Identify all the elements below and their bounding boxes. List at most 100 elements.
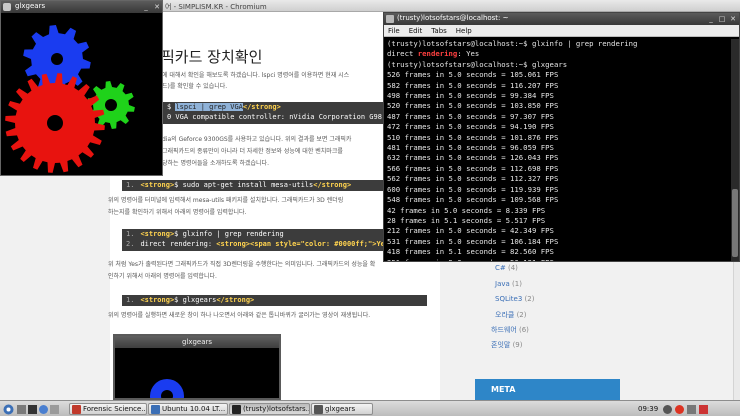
terminal-output[interactable]: (trusty)lotsofstars@localhost:~$ glxinfo… (387, 39, 731, 261)
minimize-icon[interactable]: _ (707, 15, 715, 23)
close-icon[interactable]: ✕ (153, 3, 161, 11)
paragraph: 위 처럼 Yes가 출력된다면 그래픽카드가 직접 3D렌더링을 수행한다는 의… (108, 261, 376, 268)
fps-line: 481 frames in 5.0 seconds = 96.059 FPS (387, 143, 554, 153)
gear-blue-hole (51, 53, 63, 65)
task-forensic-science[interactable]: Forensic Science... (69, 403, 147, 415)
fps-line: 520 frames in 5.0 seconds = 103.850 FPS (387, 101, 559, 111)
fps-line: 251 frames in 5.0 seconds = 50.121 FPS (387, 258, 731, 261)
minimize-icon[interactable]: _ (142, 3, 150, 11)
category-link[interactable]: SQLite3 (2) (495, 295, 534, 303)
start-menu-icon (3, 404, 14, 414)
menu-edit[interactable]: Edit (409, 27, 423, 35)
task-ubuntu-browser[interactable]: Ubuntu 10.04 LT... (148, 403, 228, 415)
maximize-icon[interactable]: □ (718, 15, 726, 23)
article-heading: 픽카드 장치확인 (161, 48, 263, 66)
fps-line: 42 frames in 5.0 seconds = 8.339 FPS (387, 205, 546, 215)
code-tag: </strong> (216, 296, 255, 304)
embedded-glxgears-screenshot: glxgears (113, 334, 281, 400)
browser-launcher-icon[interactable] (39, 404, 48, 414)
fps-line: 632 frames in 5.0 seconds = 126.043 FPS (387, 153, 559, 163)
sidebar-meta-header: META (475, 379, 620, 400)
menu-tabs[interactable]: Tabs (431, 27, 447, 35)
code-text: $ sudo apt-get install mesa-utils (174, 181, 314, 189)
menu-help[interactable]: Help (456, 27, 472, 35)
system-tray: 09:39 (638, 403, 738, 415)
volume-icon[interactable] (687, 404, 697, 414)
gear-red-hole (47, 115, 63, 131)
fps-line: 510 frames in 5.0 seconds = 101.876 FPS (387, 132, 559, 142)
terminal-scrollbar[interactable] (731, 39, 739, 261)
app-icon (3, 3, 11, 11)
code-tag: <strong><span style="color: #0000ff;">Ye (216, 240, 385, 248)
fps-line: 212 frames in 5.0 seconds = 42.349 FPS (387, 226, 554, 236)
scrollbar-thumb[interactable] (732, 189, 738, 257)
fps-output: 526 frames in 5.0 seconds = 105.061 FPS 5… (387, 70, 731, 261)
desktop-icon[interactable] (50, 404, 59, 414)
fps-line: 600 frames in 5.0 seconds = 119.939 FPS (387, 184, 559, 194)
task-terminal[interactable]: (trusty)lotsofstars... (229, 403, 310, 415)
line-number: 1. (126, 296, 135, 304)
glxgears-window[interactable]: glxgears _ ✕ (0, 0, 163, 176)
gear-green-hole (105, 99, 117, 111)
pdf-icon (72, 404, 81, 414)
fps-line: 418 frames in 5.1 seconds = 82.560 FPS (387, 247, 554, 257)
browser-title: 어 - SIMPLISM.KR - Chromium (165, 3, 267, 11)
terminal-icon (232, 404, 241, 414)
fps-line: 498 frames in 5.0 seconds = 99.384 FPS (387, 91, 554, 101)
fps-line: 531 frames in 5.0 seconds = 106.184 FPS (387, 236, 559, 246)
terminal-title: (trusty)lotsofstars@localhost: ~ (397, 14, 509, 22)
network-icon[interactable] (663, 404, 673, 414)
fps-line: 526 frames in 5.0 seconds = 105.061 FPS (387, 70, 559, 80)
terminal-icon (386, 15, 394, 23)
glxgears-titlebar[interactable]: glxgears _ ✕ (1, 1, 162, 13)
fps-line: 472 frames in 5.0 seconds = 94.190 FPS (387, 122, 554, 132)
paragraph: 위의 명령어를 터미널에 입력해서 mesa-utils 패키지를 설치합니다.… (108, 197, 344, 204)
code-text: $ glxinfo | grep rendering (174, 230, 284, 238)
terminal-command: (trusty)lotsofstars@localhost:~$ glxgear… (387, 59, 568, 69)
category-link[interactable]: C# (4) (495, 264, 518, 272)
chromium-icon (151, 404, 160, 414)
quick-launch (17, 403, 69, 415)
category-link[interactable]: Java (1) (495, 280, 522, 288)
taskbar: Forensic Science... Ubuntu 10.04 LT... (… (0, 400, 740, 416)
close-icon[interactable]: ✕ (729, 15, 737, 23)
terminal-menubar: File Edit Tabs Help (384, 25, 739, 37)
code-tag: </strong> (313, 181, 352, 189)
embedded-window-title: glxgears (115, 336, 279, 348)
code-prompt: $ (167, 103, 172, 111)
code-text: $ glxgears (174, 296, 217, 304)
glxgears-icon (314, 404, 323, 414)
terminal-launcher-icon[interactable] (28, 404, 37, 414)
code-block-glxgears: 1. <strong>$ glxgears</strong> (122, 295, 427, 306)
menu-file[interactable]: File (388, 27, 400, 35)
code-tag: <strong> (140, 230, 175, 238)
fps-line: 582 frames in 5.0 seconds = 116.207 FPS (387, 80, 559, 90)
code-tag: </strong> (242, 103, 281, 111)
category-link[interactable]: 혼잇말 (9) (491, 340, 522, 350)
fps-line: 562 frames in 5.0 seconds = 112.327 FPS (387, 174, 559, 184)
gears-canvas (5, 25, 135, 173)
code-tag: <strong> (140, 296, 175, 304)
fps-line: 548 frames in 5.0 seconds = 109.568 FPS (387, 195, 559, 205)
paragraph: 인하기 위해서 아래의 명령어를 입력합니다. (108, 273, 217, 280)
category-link[interactable]: 하드웨어 (6) (491, 325, 529, 335)
terminal-output-line: direct rendering: Yes (387, 49, 480, 59)
start-menu-button[interactable] (3, 403, 15, 415)
line-number: 1. (126, 181, 135, 189)
code-block-install: 1. <strong>$ sudo apt-get install mesa-ut… (122, 180, 427, 191)
task-glxgears[interactable]: glxgears (311, 403, 373, 415)
line-number: 1. (126, 230, 135, 238)
terminal-titlebar[interactable]: (trusty)lotsofstars@localhost: ~ _ □ ✕ (384, 13, 739, 25)
category-link[interactable]: 오라클 (2) (495, 310, 526, 320)
line-number: 2. (126, 240, 135, 248)
terminal-window[interactable]: (trusty)lotsofstars@localhost: ~ _ □ ✕ F… (383, 12, 740, 262)
code-text: direct rendering: (140, 240, 217, 248)
shutdown-icon[interactable] (699, 404, 709, 414)
file-manager-icon[interactable] (17, 404, 26, 414)
code-selected-text[interactable]: lspci | grep VGA (175, 103, 243, 111)
fps-line: 28 frames in 5.1 seconds = 5.517 FPS (387, 215, 546, 225)
power-icon[interactable] (675, 404, 685, 414)
code-tag: <strong> (140, 181, 175, 189)
fps-line: 487 frames in 5.0 seconds = 97.307 FPS (387, 111, 554, 121)
clock[interactable]: 09:39 (638, 405, 658, 413)
